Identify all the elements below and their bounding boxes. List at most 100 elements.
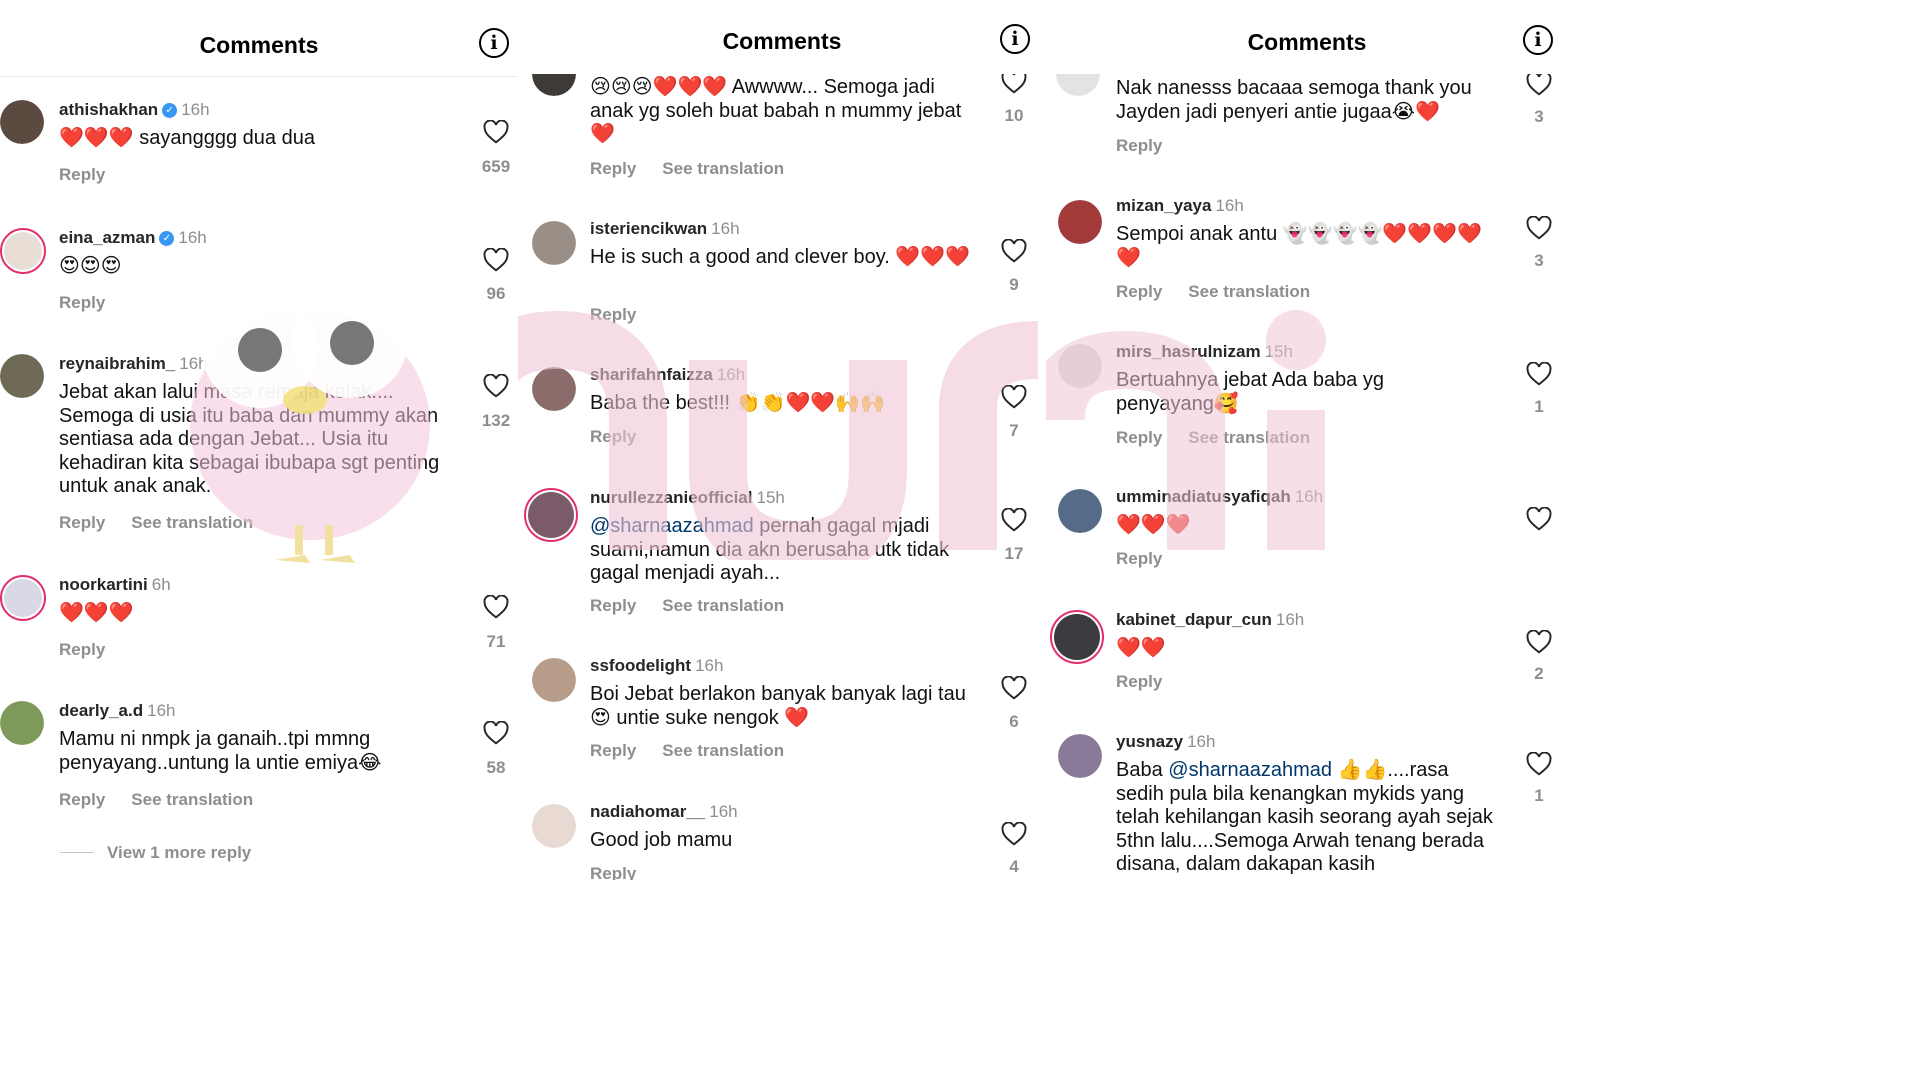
avatar[interactable] bbox=[1058, 344, 1102, 388]
reply-button[interactable]: Reply bbox=[59, 513, 105, 532]
comment-username[interactable]: athishakhan ✓ 16h bbox=[59, 100, 210, 120]
avatar[interactable] bbox=[1058, 489, 1102, 533]
reply-button[interactable]: Reply bbox=[590, 741, 636, 760]
like-heart-icon[interactable] bbox=[999, 508, 1029, 532]
reply-button[interactable]: Reply bbox=[590, 427, 636, 446]
comment-text: Good job mamu bbox=[590, 829, 733, 851]
see-translation-button[interactable]: See translation bbox=[662, 596, 784, 615]
like-heart-icon[interactable] bbox=[999, 385, 1029, 409]
like-heart-icon[interactable] bbox=[1524, 362, 1554, 386]
comments-panel-1: Comments i athishakhan ✓ 16h ❤️❤️❤️ sayang… bbox=[0, 0, 518, 880]
reply-button[interactable]: Reply bbox=[59, 790, 105, 809]
reply-button[interactable]: Reply bbox=[590, 159, 636, 178]
comment-username[interactable]: eina_azman ✓ 16h bbox=[59, 228, 207, 248]
like-count: 132 bbox=[481, 411, 511, 430]
comment-text: Sempoi anak antu 👻👻👻👻❤️❤️❤️❤️❤️ bbox=[1116, 223, 1482, 269]
mention-link[interactable]: @sharnaazahmad bbox=[590, 515, 754, 537]
avatar[interactable] bbox=[0, 354, 44, 398]
like-count: 58 bbox=[486, 758, 506, 777]
like-count: 17 bbox=[1004, 544, 1024, 563]
comment-actions: Reply See translation bbox=[590, 596, 784, 616]
comment-actions: Reply bbox=[1116, 672, 1162, 692]
info-icon[interactable]: i bbox=[1523, 25, 1553, 55]
avatar[interactable] bbox=[0, 100, 44, 144]
comment-username[interactable]: kabinet_dapur_cun 16h bbox=[1116, 610, 1304, 630]
comment-text: 😢😢😢❤️❤️❤️ Awwww... Semoga jadi anak yg s… bbox=[590, 76, 962, 145]
see-translation-button[interactable]: See translation bbox=[662, 159, 784, 178]
comment-username[interactable]: mizan_yaya 16h bbox=[1116, 196, 1244, 216]
reply-button[interactable]: Reply bbox=[590, 864, 636, 880]
info-icon[interactable]: i bbox=[1000, 24, 1030, 54]
like-heart-icon[interactable] bbox=[1524, 216, 1554, 240]
like-heart-icon[interactable] bbox=[1524, 507, 1554, 531]
avatar[interactable] bbox=[532, 367, 576, 411]
reply-button[interactable]: Reply bbox=[590, 305, 636, 324]
like-count: 7 bbox=[1009, 421, 1019, 440]
comment-actions: Reply See translation bbox=[1116, 428, 1310, 448]
like-heart-icon[interactable] bbox=[481, 721, 511, 745]
see-translation-button[interactable]: See translation bbox=[662, 741, 784, 760]
comment-actions: Reply bbox=[590, 427, 636, 447]
avatar[interactable] bbox=[0, 575, 46, 621]
like-heart-icon[interactable] bbox=[1524, 752, 1554, 776]
mention-link[interactable]: @sharnaazahmad bbox=[1168, 759, 1332, 781]
reply-button[interactable]: Reply bbox=[590, 596, 636, 615]
like-heart-icon[interactable] bbox=[999, 822, 1029, 846]
like-heart-icon[interactable] bbox=[1524, 72, 1554, 96]
comment-text: ❤️❤️❤️ bbox=[1116, 514, 1191, 536]
comment-text: @sharnaazahmad pernah gagal mjadi suami,… bbox=[590, 515, 950, 584]
comment-username[interactable]: isteriencikwan 16h bbox=[590, 219, 740, 239]
comment-username[interactable]: mirs_hasrulnizam 15h bbox=[1116, 342, 1293, 362]
comment-text: Baba the best!!! 👏👏❤️❤️🙌🙌 bbox=[590, 392, 886, 414]
comment-username[interactable]: reynaibrahim_ 16h bbox=[59, 354, 208, 374]
verified-badge-icon: ✓ bbox=[159, 231, 175, 247]
reply-button[interactable]: Reply bbox=[59, 165, 105, 184]
comment-username[interactable]: nadiahomar__ 16h bbox=[590, 802, 738, 822]
avatar[interactable] bbox=[0, 228, 46, 274]
view-more-replies-button[interactable]: View 1 more reply bbox=[107, 843, 251, 863]
like-heart-icon[interactable] bbox=[999, 239, 1029, 263]
comment-username[interactable]: ssfoodelight 16h bbox=[590, 656, 723, 676]
avatar[interactable] bbox=[524, 488, 578, 542]
comment-actions: Reply bbox=[590, 305, 636, 325]
reply-button[interactable]: Reply bbox=[59, 640, 105, 659]
avatar[interactable] bbox=[532, 804, 576, 848]
reply-button[interactable]: Reply bbox=[1116, 549, 1162, 568]
avatar[interactable] bbox=[1058, 200, 1102, 244]
info-icon[interactable]: i bbox=[479, 28, 509, 58]
like-heart-icon[interactable] bbox=[481, 120, 511, 144]
reply-button[interactable]: Reply bbox=[59, 293, 105, 312]
avatar[interactable] bbox=[532, 658, 576, 702]
like-heart-icon[interactable] bbox=[999, 676, 1029, 700]
see-translation-button[interactable]: See translation bbox=[131, 513, 253, 532]
comment-actions: Reply See translation bbox=[59, 790, 253, 810]
reply-button[interactable]: Reply bbox=[1116, 428, 1162, 447]
comment-text: Jebat akan lalui masa remaja kelak.... S… bbox=[59, 381, 440, 497]
see-translation-button[interactable]: See translation bbox=[131, 790, 253, 809]
comment-actions: Reply bbox=[59, 640, 105, 660]
avatar[interactable] bbox=[1050, 610, 1104, 664]
comment-text: ❤️❤️ bbox=[1116, 637, 1166, 659]
page-title: Comments bbox=[722, 28, 842, 54]
avatar[interactable] bbox=[0, 701, 44, 745]
comment-actions: Reply See translation bbox=[590, 159, 784, 179]
reply-button[interactable]: Reply bbox=[1116, 282, 1162, 301]
avatar[interactable] bbox=[532, 221, 576, 265]
comment-actions: Reply bbox=[1116, 549, 1162, 569]
like-heart-icon[interactable] bbox=[481, 374, 511, 398]
comment-username[interactable]: umminadiatusyafiqah 16h bbox=[1116, 487, 1323, 507]
comment-username[interactable]: noorkartini 6h bbox=[59, 575, 171, 595]
comment-username[interactable]: yusnazy 16h bbox=[1116, 732, 1215, 752]
see-translation-button[interactable]: See translation bbox=[1188, 428, 1310, 447]
reply-button[interactable]: Reply bbox=[1116, 672, 1162, 691]
comment-actions: Reply bbox=[590, 864, 636, 880]
avatar[interactable] bbox=[1058, 734, 1102, 778]
reply-button[interactable]: Reply bbox=[1116, 136, 1162, 155]
like-heart-icon[interactable] bbox=[1524, 630, 1554, 654]
see-translation-button[interactable]: See translation bbox=[1188, 282, 1310, 301]
comment-username[interactable]: sharifahnfaizza 16h bbox=[590, 365, 745, 385]
comment-username[interactable]: dearly_a.d 16h bbox=[59, 701, 175, 721]
like-heart-icon[interactable] bbox=[481, 248, 511, 272]
comment-username[interactable]: nurullezzanieofficial 15h bbox=[590, 488, 785, 508]
like-heart-icon[interactable] bbox=[481, 595, 511, 619]
